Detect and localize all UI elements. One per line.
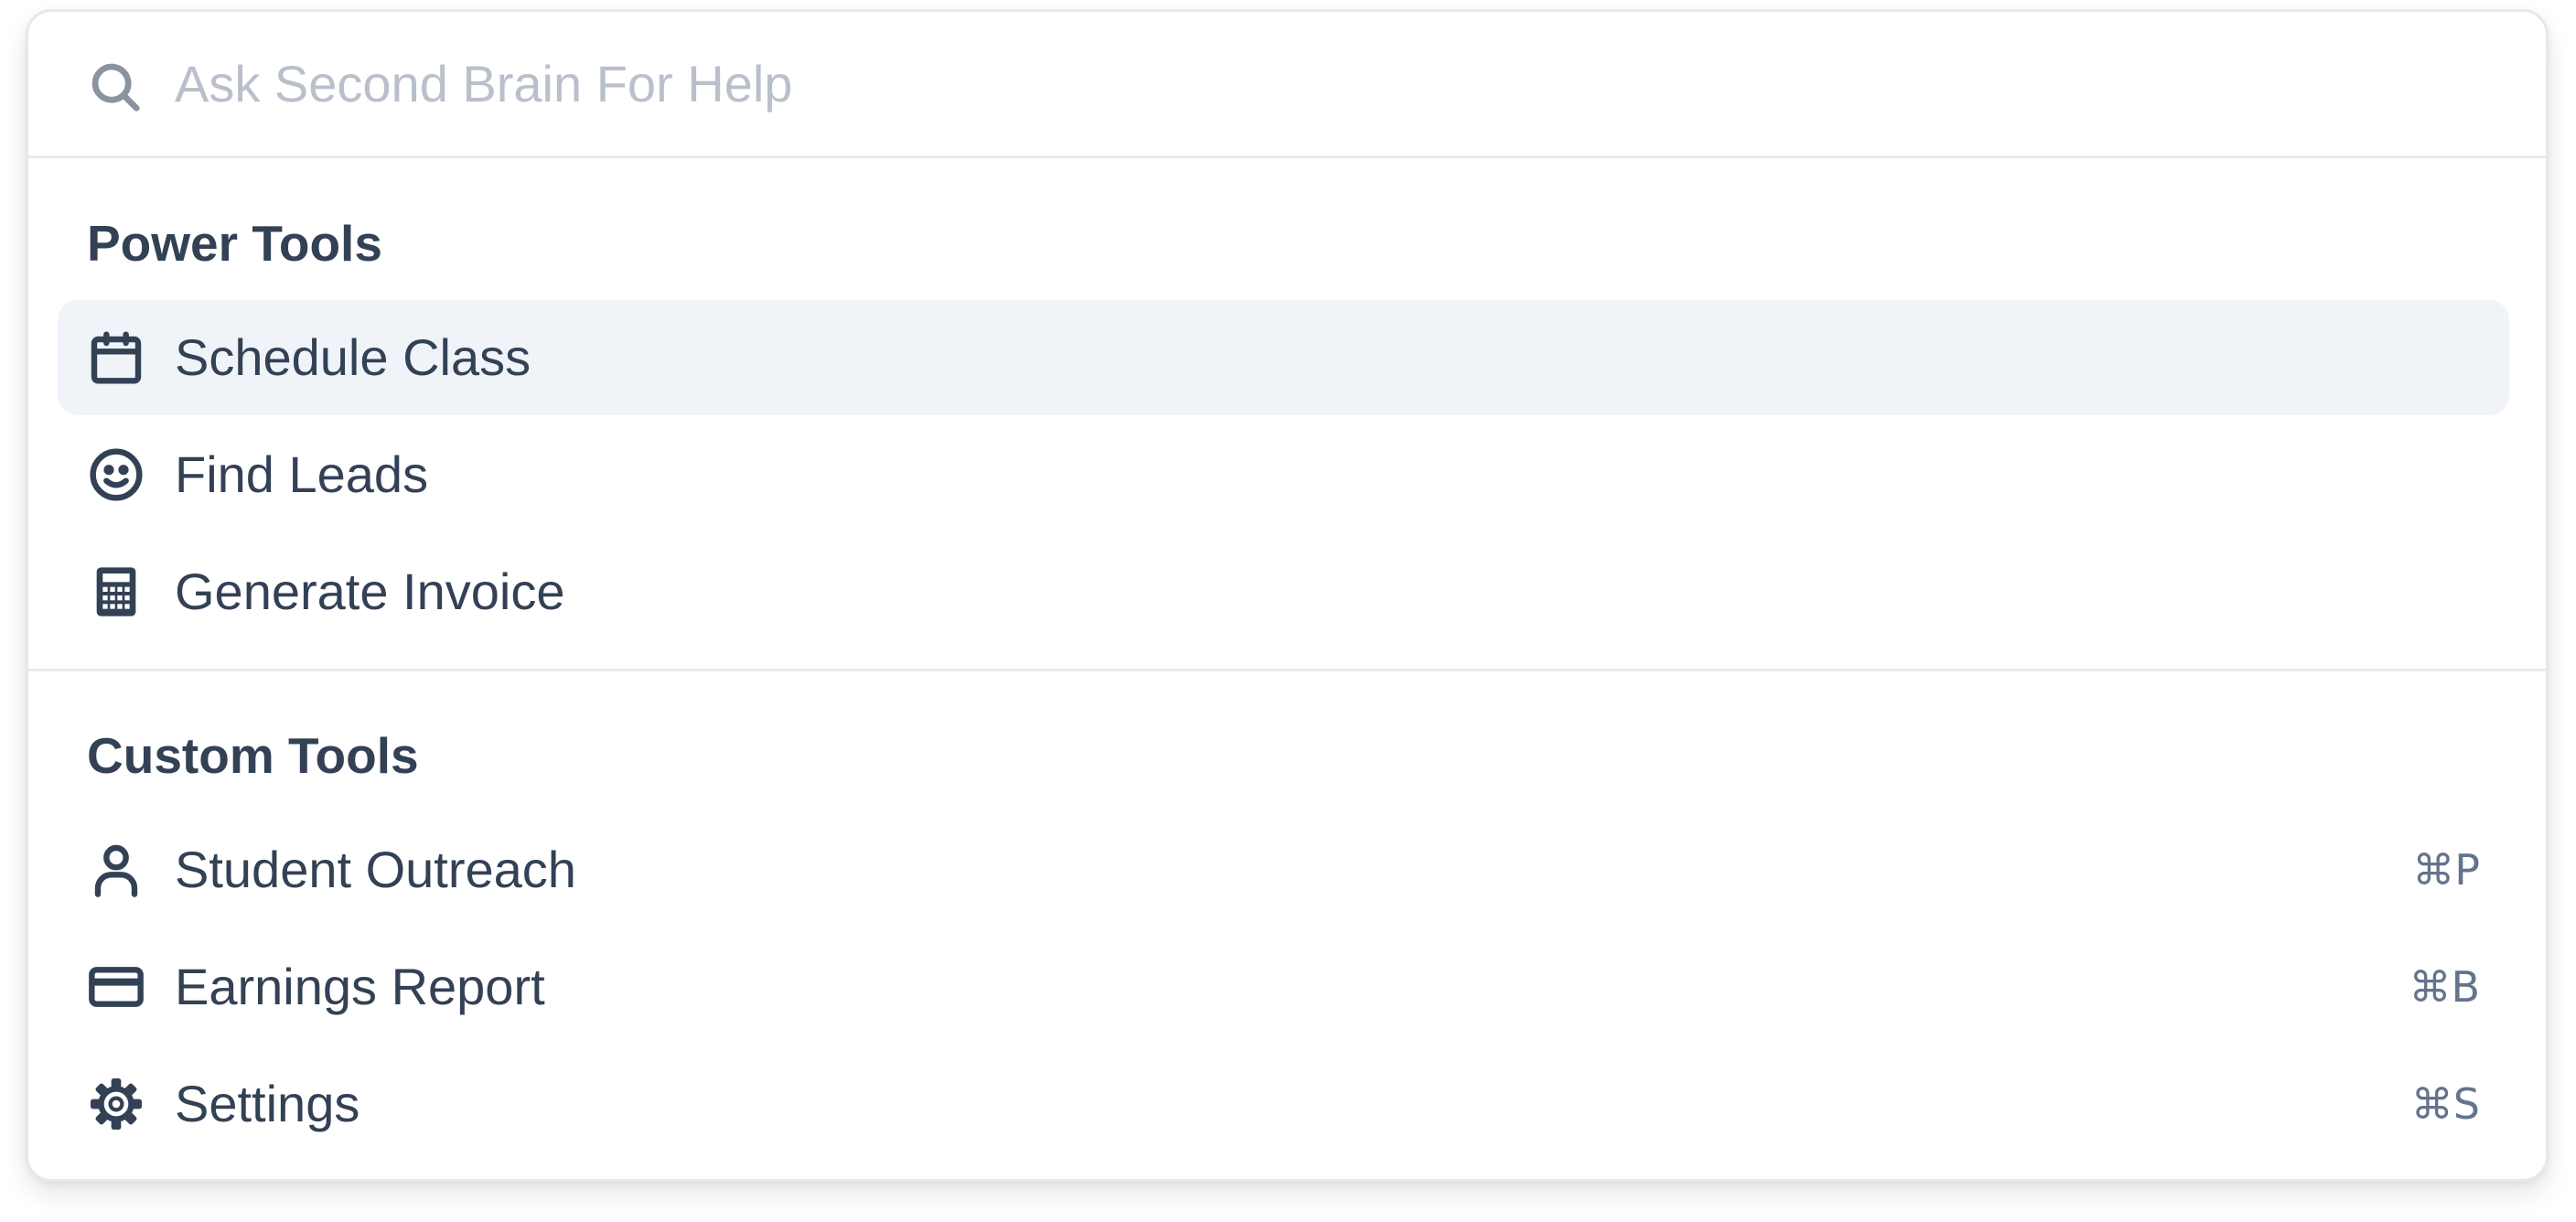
search-bar [28, 12, 2546, 158]
menu-item-label: Settings [175, 1075, 360, 1132]
menu-item-find-leads[interactable]: Find Leads [58, 417, 2509, 532]
user-icon [87, 841, 145, 899]
search-input[interactable] [175, 45, 2462, 122]
menu-item-generate-invoice[interactable]: Generate Invoice [58, 534, 2509, 649]
menu-item-student-outreach[interactable]: Student Outreach ⌘P [58, 812, 2509, 927]
credit-card-icon [87, 958, 145, 1016]
menu-item-label: Earnings Report [175, 958, 545, 1015]
section-divider [28, 669, 2546, 671]
gear-icon [87, 1075, 145, 1133]
search-icon [87, 59, 144, 115]
menu-item-settings[interactable]: Settings ⌘S [58, 1046, 2509, 1162]
menu-item-schedule-class[interactable]: Schedule Class [58, 300, 2509, 415]
keyboard-shortcut: ⌘S [2410, 1079, 2480, 1129]
menu-item-label: Student Outreach [175, 841, 576, 898]
calculator-icon [87, 563, 145, 621]
smiley-face-icon [87, 445, 145, 504]
section-heading-power-tools: Power Tools [87, 215, 382, 272]
menu-item-earnings-report[interactable]: Earnings Report ⌘B [58, 929, 2509, 1045]
calendar-icon [87, 328, 145, 387]
command-palette: Power Tools Schedule Class Find Leads [26, 9, 2549, 1182]
menu-item-label: Find Leads [175, 445, 429, 503]
keyboard-shortcut: ⌘P [2412, 845, 2480, 895]
section-heading-custom-tools: Custom Tools [87, 727, 419, 784]
keyboard-shortcut: ⌘B [2409, 962, 2480, 1012]
menu-item-label: Generate Invoice [175, 563, 565, 620]
menu-item-label: Schedule Class [175, 328, 531, 386]
